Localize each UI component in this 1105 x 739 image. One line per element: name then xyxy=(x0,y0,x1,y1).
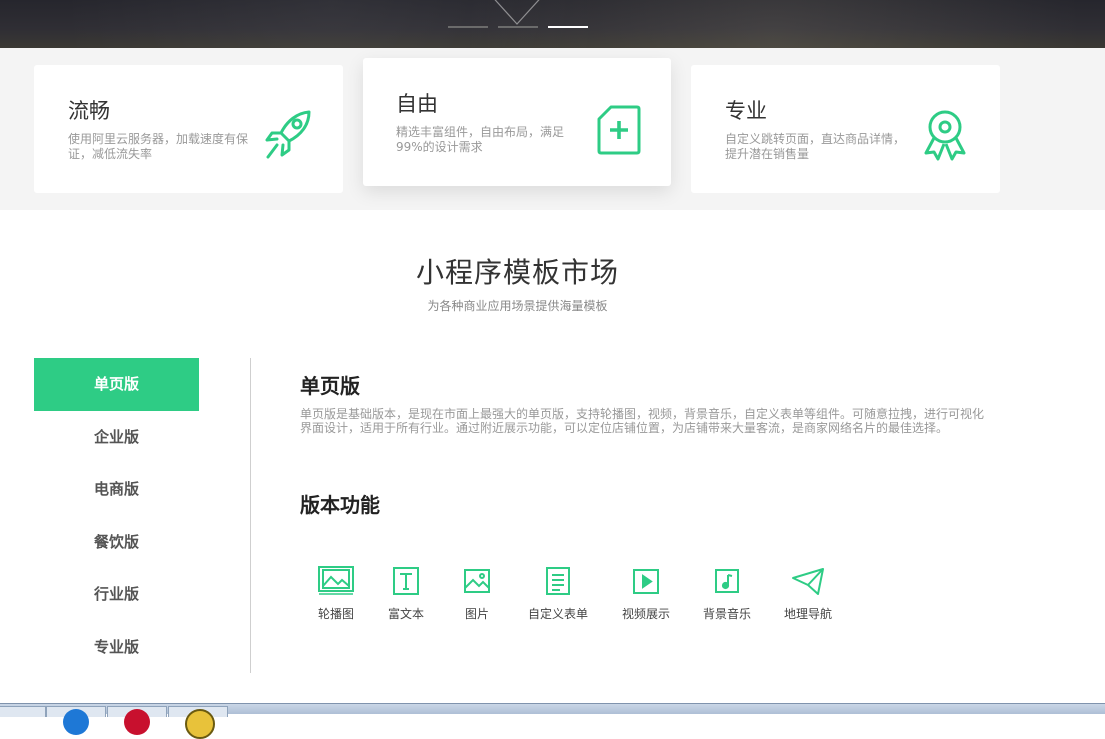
feature-desc: 使用阿里云服务器，加载速度有保证，减低流失率 xyxy=(68,132,249,161)
hero-decoration-icon xyxy=(494,0,540,25)
carousel-dot-2[interactable] xyxy=(498,26,538,28)
nav-item-ecommerce[interactable]: 电商版 xyxy=(34,463,199,516)
market-subtitle: 为各种商业应用场景提供海量模板 xyxy=(427,299,608,313)
feature-desc: 精选丰富组件，自由布局，满足99%的设计需求 xyxy=(396,125,565,154)
function-bg-music[interactable]: 背景音乐 xyxy=(699,566,755,622)
rich-text-icon xyxy=(393,567,419,595)
function-label: 富文本 xyxy=(387,607,424,621)
carousel-dot-1[interactable] xyxy=(448,26,488,28)
carousel-indicators xyxy=(448,26,588,28)
function-label: 图片 xyxy=(464,607,489,621)
nav-divider xyxy=(250,358,251,673)
form-icon xyxy=(546,567,570,595)
music-icon xyxy=(715,569,739,593)
taskbar-app-3[interactable] xyxy=(107,706,167,735)
panel-description: 单页版是基础版本，是现在市面上最强大的单页版，支持轮播图，视频，背景音乐，自定义… xyxy=(300,407,985,435)
function-rich-text[interactable]: 富文本 xyxy=(385,566,427,622)
function-custom-form[interactable]: 自定义表单 xyxy=(525,566,591,622)
nav-item-industry[interactable]: 行业版 xyxy=(34,568,199,621)
nav-item-enterprise[interactable]: 企业版 xyxy=(34,411,199,464)
award-icon xyxy=(924,110,966,161)
market-title: 小程序模板市场 xyxy=(415,256,619,289)
feature-title: 流畅 xyxy=(68,99,110,123)
function-carousel[interactable]: 轮播图 xyxy=(315,566,357,622)
feature-desc: 自定义跳转页面，直达商品详情，提升潜在销售量 xyxy=(725,132,906,161)
feature-title: 自由 xyxy=(396,92,438,116)
nav-item-single-page[interactable]: 单页版 xyxy=(34,358,199,411)
function-geo-navigation[interactable]: 地理导航 xyxy=(780,566,836,622)
function-label: 自定义表单 xyxy=(527,607,588,621)
file-plus-icon xyxy=(597,105,641,155)
function-label: 轮播图 xyxy=(317,607,354,621)
rocket-icon xyxy=(265,110,311,159)
app-icon xyxy=(185,709,215,739)
video-icon xyxy=(633,569,659,594)
nav-item-catering[interactable]: 餐饮版 xyxy=(34,516,199,569)
navigation-icon xyxy=(792,568,824,595)
function-video[interactable]: 视频展示 xyxy=(618,566,674,622)
image-icon xyxy=(464,569,490,593)
feature-card-smooth: 流畅 使用阿里云服务器，加载速度有保证，减低流失率 xyxy=(34,65,343,193)
feature-card-free: 自由 精选丰富组件，自由布局，满足99%的设计需求 xyxy=(363,58,671,186)
nav-item-professional[interactable]: 专业版 xyxy=(34,621,199,674)
taskbar-app-2[interactable] xyxy=(46,706,106,735)
template-version-nav: 单页版 企业版 电商版 餐饮版 行业版 专业版 xyxy=(34,358,199,674)
carousel-dot-3[interactable] xyxy=(548,26,588,28)
function-label: 地理导航 xyxy=(783,607,832,621)
function-label: 背景音乐 xyxy=(702,607,751,621)
features-strip: 流畅 使用阿里云服务器，加载速度有保证，减低流失率 自由 精选丰富组件，自由布局… xyxy=(0,48,1105,210)
feature-title: 专业 xyxy=(725,99,767,123)
panel-title: 单页版 xyxy=(300,374,360,398)
function-image[interactable]: 图片 xyxy=(458,566,496,622)
hero-background xyxy=(0,0,1105,48)
hero-banner xyxy=(0,0,1105,48)
taskbar xyxy=(0,703,1105,739)
functions-title: 版本功能 xyxy=(300,493,380,517)
function-label: 视频展示 xyxy=(621,607,670,621)
taskbar-app-4[interactable] xyxy=(168,706,228,739)
feature-card-pro: 专业 自定义跳转页面，直达商品详情，提升潜在销售量 xyxy=(691,65,1000,193)
taskbar-app-1[interactable] xyxy=(0,706,46,717)
carousel-icon xyxy=(318,566,354,595)
